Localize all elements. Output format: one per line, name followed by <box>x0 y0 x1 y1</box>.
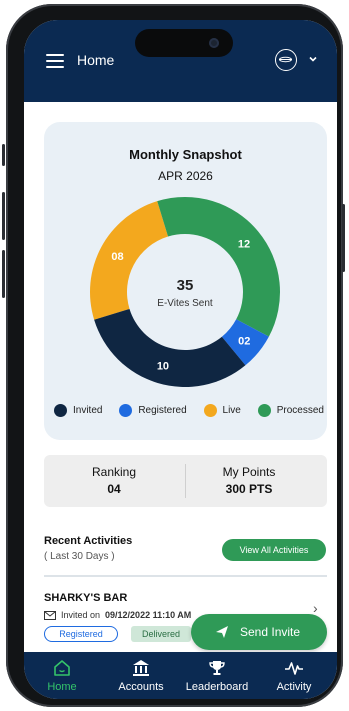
recent-activities-subtitle: ( Last 30 Days ) <box>44 551 115 562</box>
chevron-right-icon[interactable]: › <box>313 600 318 616</box>
snapshot-card: Monthly Snapshot APR 2026 08 12 02 10 35 E-… <box>44 122 327 440</box>
avatar[interactable] <box>275 49 297 71</box>
legend-swatch <box>119 404 133 417</box>
avatar-logo-icon <box>279 56 292 63</box>
power-button <box>342 204 345 272</box>
main-content: Monthly Snapshot APR 2026 08 12 02 10 35 E-… <box>24 102 337 662</box>
ranking-value: 04 <box>107 482 121 496</box>
tab-accounts[interactable]: Accounts <box>103 658 179 693</box>
home-icon <box>54 660 70 676</box>
center-value: 35 <box>177 277 194 294</box>
tab-label: Activity <box>276 681 312 693</box>
legend-swatch <box>203 404 217 417</box>
donut-label-registered: 02 <box>238 335 250 347</box>
points-value: 300 PTS <box>225 482 273 496</box>
legend-item-invited: Invited <box>54 404 102 417</box>
donut-label-live: 08 <box>111 251 123 263</box>
invited-on-date: 09/12/2022 11:10 AM <box>105 610 192 620</box>
tab-home[interactable]: Home <box>24 658 100 693</box>
stats-divider <box>185 464 186 498</box>
tab-activity[interactable]: Activity <box>256 658 332 693</box>
status-badge-registered: Registered <box>44 626 118 642</box>
stats-panel: Ranking 04 My Points 300 PTS <box>44 455 327 507</box>
legend-label: Processed <box>276 405 324 416</box>
section-divider <box>44 575 327 577</box>
status-badge-delivered: Delivered <box>131 626 191 642</box>
donut-slice-invited <box>94 308 246 387</box>
volume-down-button <box>2 250 5 298</box>
ranking-label: Ranking <box>91 465 137 479</box>
tab-label: Home <box>47 681 77 693</box>
legend-item-registered: Registered <box>119 404 187 417</box>
legend-item-live: Live <box>203 404 241 417</box>
legend-swatch <box>257 404 271 417</box>
snapshot-period: APR 2026 <box>158 169 213 183</box>
chart-legend: Invited Registered Live Processed <box>54 404 324 417</box>
ranking-stat: Ranking 04 <box>74 465 154 496</box>
camera-notch <box>135 29 233 57</box>
donut-slice-processed <box>157 197 280 337</box>
legend-swatch <box>54 404 67 417</box>
points-label: My Points <box>222 465 276 479</box>
send-invite-button[interactable]: Send Invite <box>191 614 327 650</box>
center-label: E-Vites Sent <box>157 298 213 309</box>
pulse-icon <box>285 662 303 675</box>
donut-label-invited: 10 <box>157 360 169 372</box>
mail-icon <box>44 610 56 620</box>
page-title: Home <box>77 52 115 68</box>
tab-leaderboard[interactable]: Leaderboard <box>179 658 255 693</box>
recent-activities-title: Recent Activities <box>44 535 133 547</box>
snapshot-title: Monthly Snapshot <box>129 147 242 162</box>
points-stat: My Points 300 PTS <box>194 465 304 496</box>
side-button <box>2 144 5 166</box>
phone-frame: Home Monthly Snapshot APR 2026 08 12 02 10 … <box>2 4 345 707</box>
volume-up-button <box>2 192 5 240</box>
app-header: Home <box>24 20 337 102</box>
tab-label: Accounts <box>118 681 164 693</box>
send-icon <box>216 626 228 638</box>
chevron-down-icon[interactable] <box>307 53 319 65</box>
bank-icon <box>133 660 149 676</box>
screen: Home Monthly Snapshot APR 2026 08 12 02 10 … <box>24 20 337 699</box>
legend-label: Live <box>222 405 241 416</box>
invited-on-row: Invited on 09/12/2022 11:10 AM <box>44 610 191 620</box>
trophy-icon <box>209 661 225 675</box>
legend-label: Registered <box>138 405 187 416</box>
bottom-tab-bar: Home Accounts Leaderboard Activity <box>24 652 337 699</box>
menu-icon[interactable] <box>46 54 64 68</box>
invited-on-label: Invited on <box>61 610 101 620</box>
donut-chart: 08 12 02 10 35 E-Vites Sent <box>90 197 280 387</box>
tab-label: Leaderboard <box>185 681 249 693</box>
activity-venue-name[interactable]: SHARKY'S BAR <box>44 592 127 604</box>
donut-label-processed: 12 <box>238 238 250 250</box>
legend-label: Invited <box>73 405 103 416</box>
view-all-activities-button[interactable]: View All Activities <box>222 539 326 561</box>
legend-item-processed: Processed <box>257 404 324 417</box>
send-invite-label: Send Invite <box>240 625 301 639</box>
